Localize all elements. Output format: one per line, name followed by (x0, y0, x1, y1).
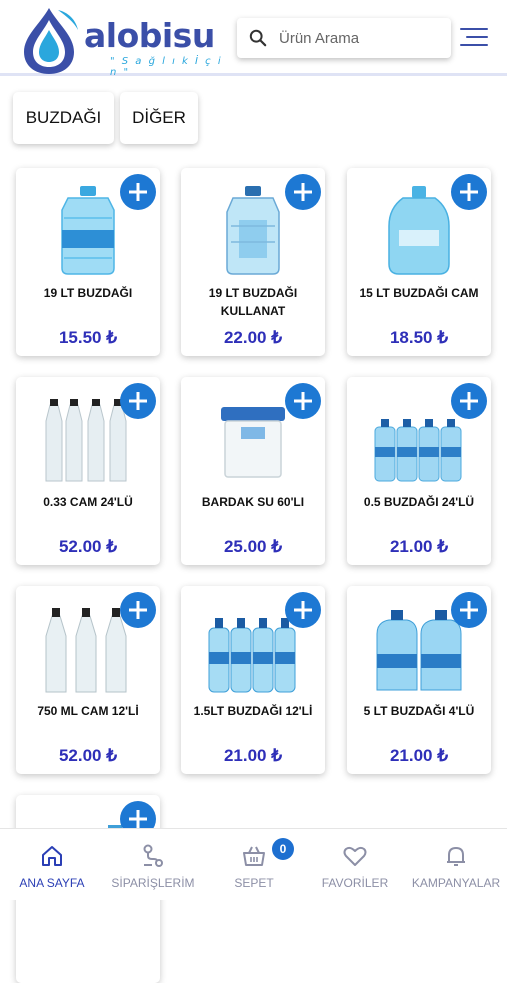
basket-icon (243, 846, 265, 866)
cart-count-badge: 0 (272, 838, 294, 860)
bottom-navigation: ANA SAYFA SİPARİŞLERİM SEPET FAVORİLER K… (0, 828, 507, 900)
nav-campaigns-label: KAMPANYALAR (411, 876, 501, 890)
product-name: 0.5 BUZDAĞI 24'LÜ (363, 495, 475, 509)
nav-orders[interactable]: SİPARİŞLERİM (103, 843, 203, 890)
add-to-cart-button[interactable] (451, 383, 487, 419)
product-card[interactable]: 750 ML CAM 12'Lİ 52.00 ₺ (16, 586, 160, 774)
add-to-cart-button[interactable] (120, 383, 156, 419)
product-price: 15.50 ₺ (58, 328, 118, 347)
search-bar[interactable] (237, 18, 451, 58)
product-price: 25.00 ₺ (223, 537, 283, 556)
heart-icon (343, 846, 367, 866)
product-card[interactable]: 5 LT BUZDAĞI 4'LÜ 21.00 ₺ (347, 586, 491, 774)
bell-icon (447, 847, 465, 866)
product-price: 21.00 ₺ (223, 746, 283, 765)
product-price: 22.00 ₺ (223, 328, 283, 347)
product-price: 52.00 ₺ (58, 537, 118, 556)
product-card[interactable]: 0.5 BUZDAĞI 24'LÜ 21.00 ₺ (347, 377, 491, 565)
product-name: 5 LT BUZDAĞI 4'LÜ (363, 704, 475, 718)
product-name: BARDAK SU 60'LI (201, 495, 305, 509)
product-name: 750 ML CAM 12'Lİ (37, 704, 139, 718)
add-to-cart-button[interactable] (285, 383, 321, 419)
add-to-cart-button[interactable] (451, 592, 487, 628)
nav-favorites-label: FAVORİLER (321, 876, 389, 890)
nav-home-label: ANA SAYFA (19, 876, 85, 890)
product-name: 1.5LT BUZDAĞI 12'Lİ (193, 704, 313, 718)
brand-tagline: " S a ğ l ı k İ ç i n " (110, 56, 223, 78)
product-price: 18.50 ₺ (389, 328, 449, 347)
water-drop-logo-icon (24, 8, 78, 74)
menu-line-icon (460, 44, 488, 46)
brand-name: alobisu (84, 16, 215, 55)
search-icon (249, 29, 267, 47)
product-name: 15 LT BUZDAĞI CAM (359, 286, 479, 300)
add-to-cart-button[interactable] (451, 174, 487, 210)
app-header: alobisu " S a ğ l ı k İ ç i n " (0, 0, 507, 78)
nav-campaigns[interactable]: KAMPANYALAR (406, 843, 506, 890)
product-name: 19 LT BUZDAĞI (43, 286, 133, 300)
home-icon (42, 846, 62, 866)
menu-line-icon (460, 28, 488, 30)
product-card[interactable]: 0.33 CAM 24'LÜ 52.00 ₺ (16, 377, 160, 565)
product-price: 21.00 ₺ (389, 746, 449, 765)
product-price: 52.00 ₺ (58, 746, 118, 765)
nav-orders-label: SİPARİŞLERİM (111, 876, 195, 890)
product-name: 0.33 CAM 24'LÜ (43, 495, 133, 509)
add-to-cart-button[interactable] (120, 592, 156, 628)
add-to-cart-button[interactable] (285, 592, 321, 628)
category-diger[interactable]: DİĞER (120, 92, 198, 144)
nav-cart-label: SEPET (234, 876, 274, 890)
category-buzdagi[interactable]: BUZDAĞI (13, 92, 114, 144)
product-card[interactable]: 15 LT BUZDAĞI CAM 18.50 ₺ (347, 168, 491, 356)
product-price: 21.00 ₺ (389, 537, 449, 556)
search-input[interactable] (279, 29, 439, 47)
add-to-cart-button[interactable] (120, 174, 156, 210)
menu-line-icon (466, 36, 488, 38)
product-name: 19 LT BUZDAĞI KULLANAT (208, 286, 298, 318)
menu-button[interactable] (458, 26, 488, 48)
brand-logo[interactable]: alobisu " S a ğ l ı k İ ç i n " (18, 2, 228, 78)
product-card[interactable]: BARDAK SU 60'LI 25.00 ₺ (181, 377, 325, 565)
route-icon (143, 844, 163, 867)
product-card[interactable]: 1.5LT BUZDAĞI 12'Lİ 21.00 ₺ (181, 586, 325, 774)
product-card[interactable]: 19 LT BUZDAĞI 15.50 ₺ (16, 168, 160, 356)
add-to-cart-button[interactable] (285, 174, 321, 210)
product-card[interactable]: 19 LT BUZDAĞI KULLANAT 22.00 ₺ (181, 168, 325, 356)
nav-favorites[interactable]: FAVORİLER (305, 843, 405, 890)
nav-home[interactable]: ANA SAYFA (2, 843, 102, 890)
